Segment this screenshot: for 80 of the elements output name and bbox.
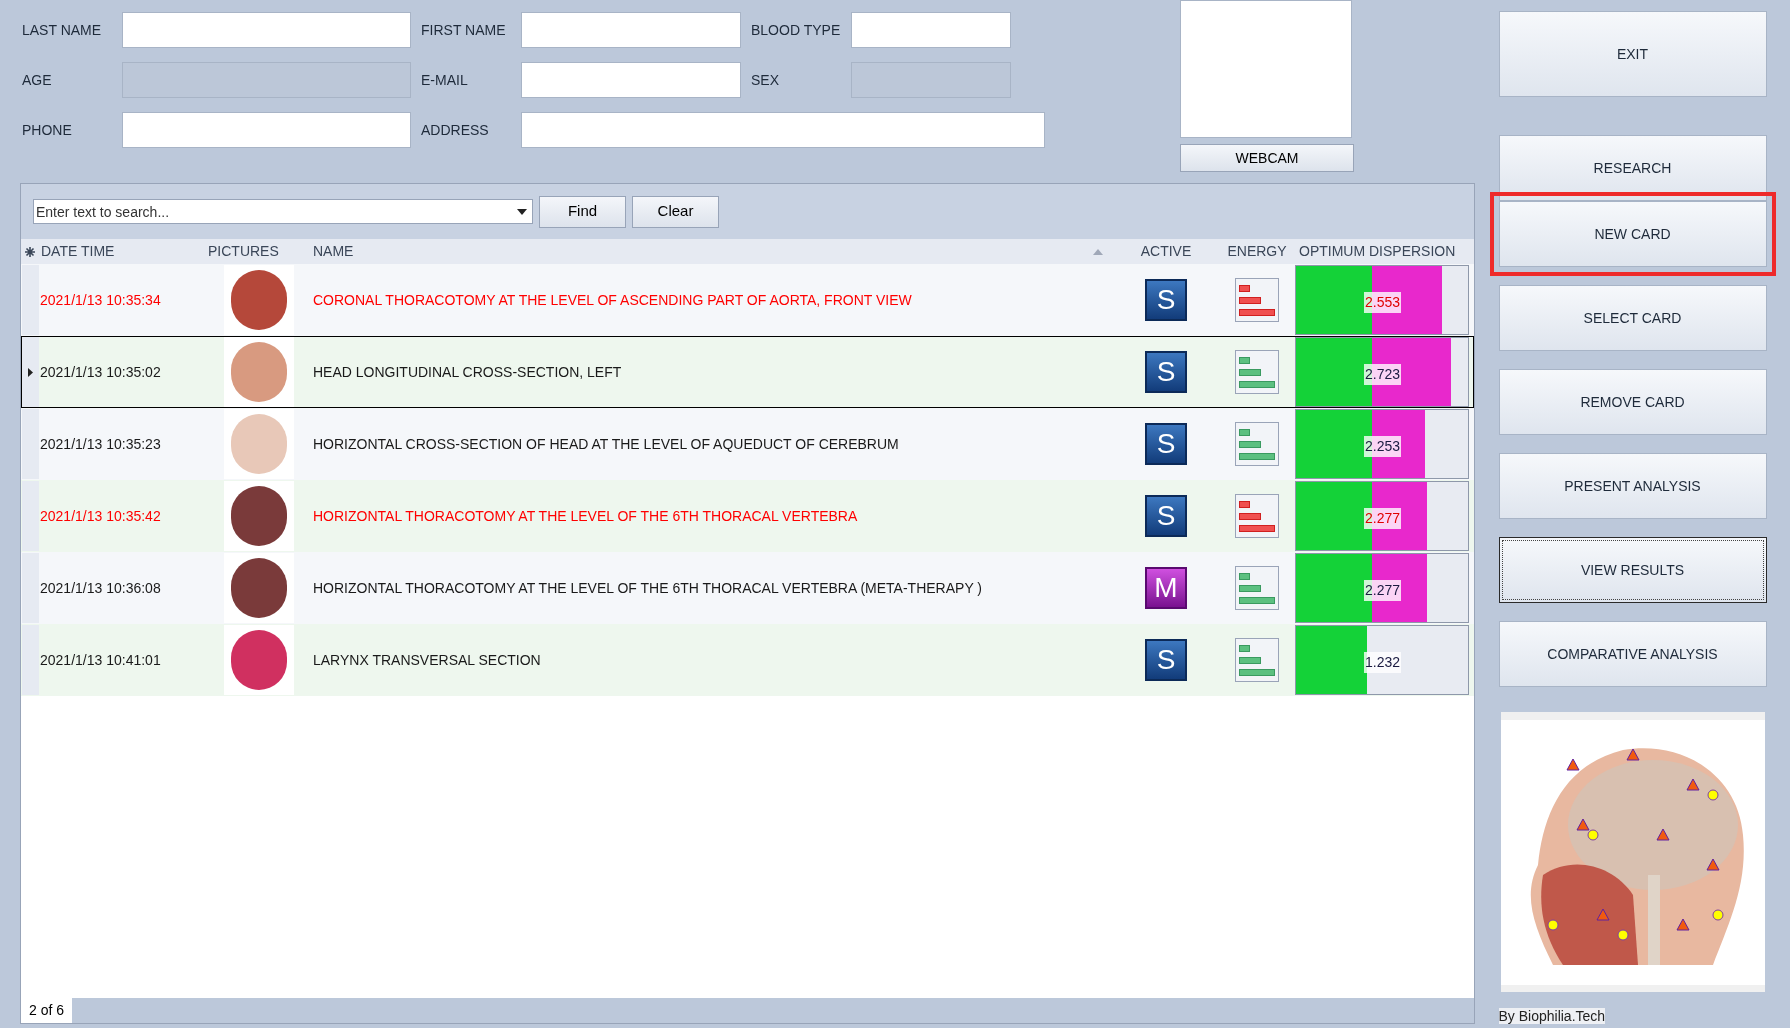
search-action-button[interactable]: Find (539, 195, 626, 228)
picture-placeholder (223, 265, 294, 335)
column-header[interactable]: OPTIMUM DISPERSION (1299, 243, 1456, 259)
table-row[interactable]: 2021/1/13 10:35:02 HEAD LONGITUDINAL CROSS-SECTION, LEFT S 2.723 (21, 336, 1474, 408)
field-label: ADDRESS (421, 120, 490, 140)
dispersion-value: 1.232 (1364, 652, 1402, 673)
dispersion-value: 2.277 (1364, 580, 1402, 601)
dispersion-value: 2.723 (1364, 364, 1402, 385)
input-field[interactable] (851, 12, 1011, 48)
sidebar-button[interactable]: NEW CARD (1498, 201, 1767, 267)
sidebar-button[interactable]: RESEARCH (1498, 135, 1767, 201)
table-row[interactable]: 2021/1/13 10:41:01 LARYNX TRANSVERSAL SECTION S 1.232 (21, 624, 1474, 696)
search-field[interactable]: Enter text to search... (33, 199, 533, 224)
row-header-cell[interactable] (22, 553, 39, 623)
table-row[interactable]: 2021/1/13 10:35:34 CORONAL THORACOTOMY AT THE LEVEL OF ASCENDING PART OF AORTA, FRONT VIEW S 2.553 (21, 264, 1474, 336)
dropdown-caret-icon[interactable] (517, 209, 527, 215)
row-header-cell[interactable] (22, 337, 39, 407)
row-header-cell[interactable] (22, 409, 39, 479)
column-header[interactable]: ENERGY (1227, 243, 1287, 259)
record-position: 2 of 6 (21, 998, 73, 1023)
asterisk-icon (25, 246, 35, 257)
table-cell: HEAD LONGITUDINAL CROSS-SECTION, LEFT (313, 363, 622, 380)
row-header-cell[interactable] (22, 481, 39, 551)
input-field[interactable] (122, 112, 411, 148)
dispersion-value: 2.553 (1364, 292, 1402, 313)
table-row[interactable]: 2021/1/13 10:35:23 HORIZONTAL CROSS-SECTION OF HEAD AT THE LEVEL OF AQUEDUCT OF CEREBRUM S 2.253 (21, 408, 1474, 480)
active-mode-badge: S (1145, 279, 1187, 321)
input-field[interactable] (122, 12, 411, 48)
sidebar-button[interactable]: REMOVE CARD (1498, 369, 1767, 435)
input-field[interactable] (521, 112, 1045, 148)
table-cell: HORIZONTAL THORACOTOMY AT THE LEVEL OF THE 6TH THORACAL VERTEBRA (META-THERAPY ) (313, 579, 983, 596)
table-cell: 2021/1/13 10:41:01 (40, 651, 161, 668)
sidebar-button[interactable]: VIEW RESULTS (1498, 537, 1767, 603)
table-cell: 2021/1/13 10:35:34 (40, 291, 161, 308)
field-label: PHONE (22, 120, 73, 140)
webcam-button[interactable]: WEBCAM (1180, 144, 1354, 172)
input-field[interactable] (521, 12, 741, 48)
field-label: BLOOD TYPE (751, 20, 842, 40)
picture-placeholder (223, 481, 294, 551)
row-header-cell[interactable] (22, 625, 39, 695)
table-cell: CORONAL THORACOTOMY AT THE LEVEL OF ASCENDING PART OF AORTA, FRONT VIEW (313, 291, 912, 308)
sort-ascending-icon (1093, 248, 1103, 255)
picture-placeholder (223, 625, 294, 695)
field-label: LAST NAME (22, 20, 103, 40)
table-cell: 2021/1/13 10:35:23 (40, 435, 161, 452)
dispersion-value: 2.253 (1364, 436, 1402, 457)
field-label: E-MAIL (421, 70, 469, 90)
sidebar-button[interactable]: COMPARATIVE ANALYSIS (1498, 621, 1767, 687)
picture-placeholder (223, 409, 294, 479)
current-row-pointer-icon (28, 367, 33, 377)
column-header[interactable]: ACTIVE (1140, 243, 1192, 259)
field-label: FIRST NAME (421, 20, 507, 40)
active-mode-badge: S (1145, 423, 1187, 465)
dispersion-value: 2.277 (1364, 508, 1402, 529)
column-header[interactable]: DATE TIME (41, 243, 115, 259)
table-cell: 2021/1/13 10:35:02 (40, 363, 161, 380)
picture-placeholder (223, 337, 294, 407)
table-cell: 2021/1/13 10:35:42 (40, 507, 161, 524)
active-mode-badge: S (1145, 495, 1187, 537)
sidebar-button[interactable]: PRESENT ANALYSIS (1498, 453, 1767, 519)
table-row[interactable]: 2021/1/13 10:35:42 HORIZONTAL THORACOTOMY AT THE LEVEL OF THE 6TH THORACAL VERTEBRA S 2.277 (21, 480, 1474, 552)
table-cell: HORIZONTAL THORACOTOMY AT THE LEVEL OF THE 6TH THORACAL VERTEBRA (313, 507, 858, 524)
table-cell: 2021/1/13 10:36:08 (40, 579, 161, 596)
column-header[interactable]: NAME (313, 241, 354, 262)
table-cell: LARYNX TRANSVERSAL SECTION (313, 651, 541, 668)
row-header-cell[interactable] (22, 265, 39, 335)
search-action-button[interactable]: Clear (632, 195, 719, 228)
field-label: SEX (751, 70, 780, 90)
credit-text: By Biophilia.Tech (1498, 1008, 1606, 1024)
sidebar-button[interactable]: SELECT CARD (1498, 285, 1767, 351)
table-row[interactable]: 2021/1/13 10:36:08 HORIZONTAL THORACOTOMY AT THE LEVEL OF THE 6TH THORACAL VERTEBRA (META-THERAPY ) M 2.277 (21, 552, 1474, 624)
input-field[interactable] (521, 62, 741, 98)
picture-placeholder (223, 553, 294, 623)
active-mode-badge: M (1145, 567, 1187, 609)
column-header[interactable]: PICTURES (208, 243, 279, 259)
table-cell: HORIZONTAL CROSS-SECTION OF HEAD AT THE LEVEL OF AQUEDUCT OF CEREBRUM (313, 435, 899, 452)
active-mode-badge: S (1145, 639, 1187, 681)
sidebar-button[interactable]: EXIT (1498, 11, 1767, 97)
active-mode-badge: S (1145, 351, 1187, 393)
field-label: AGE (22, 70, 53, 90)
